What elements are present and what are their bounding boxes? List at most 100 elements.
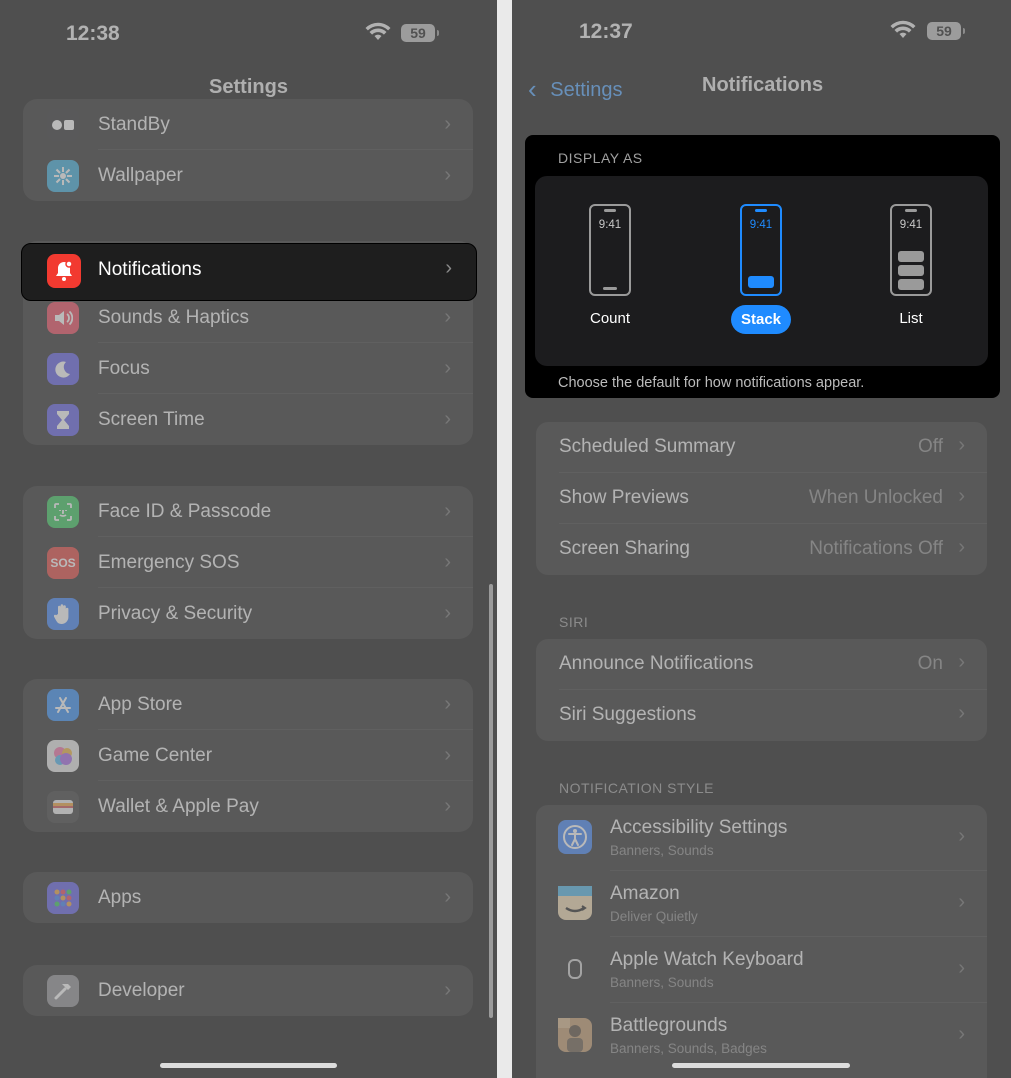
settings-group-security: Face ID & Passcode › SOS Emergency SOS ›… (23, 486, 473, 639)
display-option-list[interactable]: 9:41 List (851, 204, 971, 327)
row-screen-time[interactable]: Screen Time › (23, 394, 473, 445)
app-label: Apple Watch Keyboard (610, 949, 804, 970)
notifications-general-group: Scheduled Summary Off › Show Previews Wh… (536, 422, 987, 575)
chevron-right-icon: › (444, 693, 451, 715)
row-scheduled-summary[interactable]: Scheduled Summary Off › (536, 422, 987, 473)
row-value: Off (918, 436, 943, 457)
row-label: Screen Time (98, 408, 205, 430)
home-indicator[interactable] (672, 1063, 850, 1068)
row-standby[interactable]: StandBy › (23, 99, 473, 150)
battery-indicator: 59 (927, 22, 965, 40)
row-app-store[interactable]: App Store › (23, 679, 473, 730)
app-row-accessibility-settings[interactable]: Accessibility Settings Banners, Sounds › (536, 805, 987, 871)
row-label: Wallet & Apple Pay (98, 795, 259, 817)
row-screen-sharing[interactable]: Screen Sharing Notifications Off › (536, 524, 987, 575)
wallpaper-icon (47, 159, 79, 192)
chevron-right-icon: › (444, 744, 451, 766)
row-siri-suggestions[interactable]: Siri Suggestions › (536, 690, 987, 741)
chevron-right-icon: › (444, 551, 451, 573)
row-label: Notifications (98, 259, 202, 280)
app-row-apple-watch-keyboard[interactable]: Apple Watch Keyboard Banners, Sounds › (536, 937, 987, 1003)
battery-indicator: 59 (401, 24, 439, 42)
row-label: Emergency SOS (98, 551, 240, 573)
settings-group-developer: Developer › (23, 965, 473, 1016)
bell-icon (47, 254, 81, 288)
chevron-right-icon: › (444, 357, 451, 379)
display-as-options: 9:41 Count 9:41 Stack 9:41 List (535, 176, 988, 366)
chevron-right-icon: › (444, 306, 451, 328)
wifi-icon (365, 22, 391, 40)
row-label: Game Center (98, 744, 213, 766)
wallet-icon (47, 790, 79, 823)
row-label: Face ID & Passcode (98, 500, 272, 522)
row-focus[interactable]: Focus › (23, 343, 473, 394)
notch (905, 209, 917, 212)
chevron-left-icon: ‹ (528, 74, 537, 104)
chevron-right-icon: › (958, 434, 965, 456)
apps-icon (47, 881, 79, 914)
back-button[interactable]: ‹ Settings (528, 72, 623, 104)
phone-preview-icon: 9:41 (589, 204, 631, 296)
app-label: Amazon (610, 883, 680, 904)
row-label: Privacy & Security (98, 602, 253, 624)
chevron-right-icon: › (444, 500, 451, 522)
display-option-count[interactable]: 9:41 Count (550, 204, 670, 327)
notifications-screen: 12:37 59 ‹ Settings Notifications Schedu… (512, 0, 1011, 1078)
notification-list-bar (898, 265, 924, 276)
row-label: Focus (98, 357, 150, 379)
row-emergency-sos[interactable]: SOS Emergency SOS › (23, 537, 473, 588)
row-notifications[interactable]: Notifications › (21, 243, 477, 301)
hammer-icon (47, 974, 79, 1007)
phone-preview-icon: 9:41 (890, 204, 932, 296)
home-bar (603, 287, 617, 290)
row-wallet[interactable]: Wallet & Apple Pay › (23, 781, 473, 832)
siri-group: Announce Notifications On › Siri Suggest… (536, 639, 987, 741)
gamecenter-icon (47, 739, 79, 772)
row-developer[interactable]: Developer › (23, 965, 473, 1016)
row-label: StandBy (98, 113, 170, 135)
row-game-center[interactable]: Game Center › (23, 730, 473, 781)
chevron-right-icon: › (444, 886, 451, 908)
faceid-icon (47, 495, 79, 528)
chevron-right-icon: › (444, 164, 451, 186)
section-header-display-as: DISPLAY AS (558, 150, 643, 166)
row-apps[interactable]: Apps › (23, 872, 473, 923)
section-header-notification-style: NOTIFICATION STYLE (559, 780, 714, 796)
watch-keyboard-icon (558, 952, 592, 986)
app-label: Battlegrounds (610, 1015, 728, 1036)
preview-time: 9:41 (598, 219, 622, 231)
notch (755, 209, 767, 212)
display-option-stack[interactable]: 9:41 Stack (701, 204, 821, 334)
row-label: Siri Suggestions (559, 704, 697, 725)
scrollbar[interactable] (489, 584, 493, 1018)
row-show-previews[interactable]: Show Previews When Unlocked › (536, 473, 987, 524)
chevron-right-icon: › (444, 979, 451, 1001)
preview-time: 9:41 (749, 219, 773, 231)
notch (604, 209, 616, 212)
row-face-id[interactable]: Face ID & Passcode › (23, 486, 473, 537)
display-as-panel: DISPLAY AS 9:41 Count 9:41 Stack 9:41 Li… (525, 135, 1000, 398)
chevron-right-icon: › (444, 795, 451, 817)
row-announce-notifications[interactable]: Announce Notifications On › (536, 639, 987, 690)
page-title: Settings (209, 76, 288, 98)
standby-icon (47, 108, 79, 141)
chevron-right-icon: › (958, 825, 965, 847)
app-subtitle: Deliver Quietly (610, 909, 698, 924)
app-label: Accessibility Settings (610, 817, 788, 838)
row-privacy-security[interactable]: Privacy & Security › (23, 588, 473, 639)
chevron-right-icon: › (444, 113, 451, 135)
row-label: Wallpaper (98, 164, 183, 186)
row-value: When Unlocked (808, 487, 943, 508)
preview-time: 9:41 (899, 219, 923, 231)
row-wallpaper[interactable]: Wallpaper › (23, 150, 473, 201)
chevron-right-icon: › (958, 1023, 965, 1045)
app-row-amazon[interactable]: Amazon Deliver Quietly › (536, 871, 987, 937)
moon-icon (47, 352, 79, 385)
app-subtitle: Banners, Sounds (610, 843, 714, 858)
appstore-icon (47, 688, 79, 721)
app-subtitle: Banners, Sounds, Badges (610, 1041, 767, 1056)
home-indicator[interactable] (160, 1063, 337, 1068)
row-label: Announce Notifications (559, 653, 754, 674)
app-row-battlegrounds[interactable]: Battlegrounds Banners, Sounds, Badges › (536, 1003, 987, 1069)
amazon-icon (558, 886, 592, 920)
